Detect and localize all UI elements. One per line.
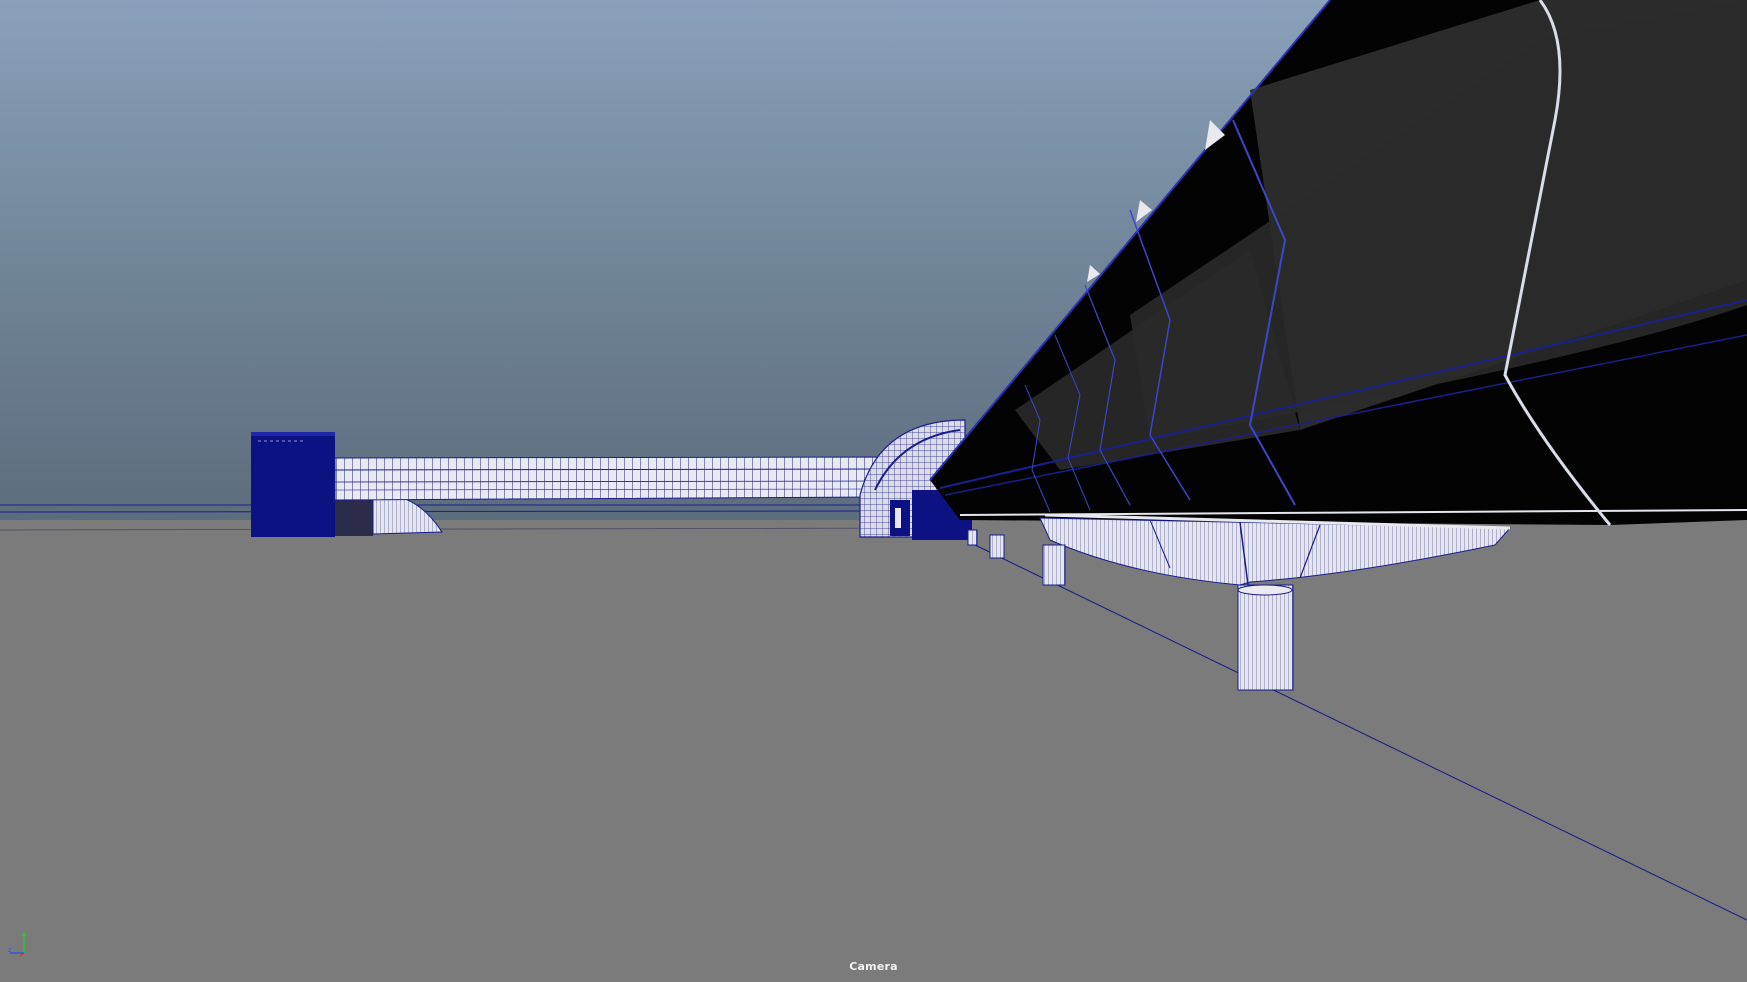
horizon-lines (0, 504, 1000, 531)
xyz-axis-icon: z (8, 931, 26, 957)
column-near (1237, 584, 1294, 691)
svg-text:z: z (8, 947, 11, 954)
column-mid (1042, 544, 1066, 586)
scene-geometry[interactable] (0, 0, 1747, 982)
column-farther (967, 529, 978, 546)
walkway-tube[interactable] (334, 456, 881, 501)
elevated-guideway[interactable] (929, 0, 1747, 526)
pier-cap[interactable] (1039, 513, 1512, 586)
column-far (989, 534, 1005, 559)
camera-name-label: Camera (849, 960, 898, 973)
3d-viewport[interactable]: z Camera (0, 0, 1747, 982)
ground-guide-line (974, 544, 1747, 921)
